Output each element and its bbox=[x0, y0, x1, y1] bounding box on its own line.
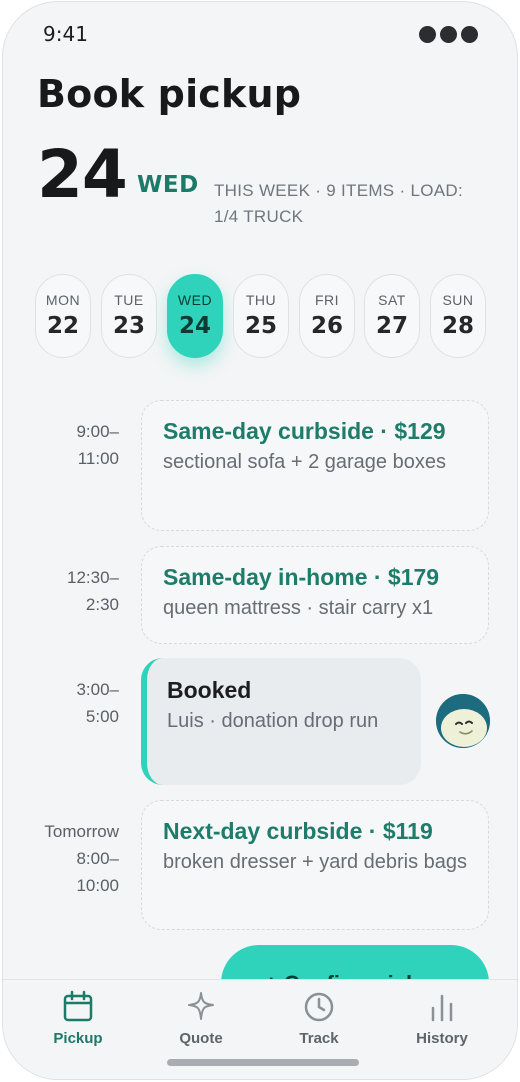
slot-title: Next-day curbside · $119 bbox=[163, 818, 433, 844]
tab-quote[interactable]: Quote bbox=[146, 980, 256, 1047]
tab-label: Quote bbox=[179, 1030, 223, 1047]
booked-slot-card[interactable]: Booked Luis · donation drop run bbox=[141, 658, 421, 785]
slot-title: Same-day in-home · $179 bbox=[163, 564, 440, 590]
day-pill-tue[interactable]: TUE 23 bbox=[101, 274, 157, 358]
day-pill-sun[interactable]: SUN 28 bbox=[430, 274, 486, 358]
day-pill-number: 22 bbox=[46, 313, 79, 339]
day-pill-name: WED bbox=[177, 292, 213, 308]
day-pill-mon[interactable]: MON 22 bbox=[35, 274, 91, 358]
day-pill-thu[interactable]: THU 25 bbox=[233, 274, 289, 358]
day-pill-name: FRI bbox=[314, 292, 340, 308]
slot-time-prefix: Tomorrow bbox=[44, 822, 119, 841]
day-pill-name: SAT bbox=[378, 292, 406, 308]
day-pill-number: 28 bbox=[441, 313, 474, 339]
selected-weekday: WED bbox=[137, 172, 199, 198]
booked-description: Luis · donation drop run bbox=[167, 710, 379, 732]
tab-track[interactable]: Track bbox=[264, 980, 374, 1047]
slot-card-next-day[interactable]: Next-day curbside · $119 broken dresser … bbox=[141, 800, 489, 930]
phone-frame: 9:41 Book pickup 24 WED THIS WEEK · 9 IT… bbox=[2, 1, 518, 1080]
slot-title: Same-day curbside · $129 bbox=[163, 418, 446, 444]
slot-time: 9:00– 11:00 bbox=[76, 418, 119, 472]
selected-day-number: 24 bbox=[37, 136, 128, 213]
clock-icon bbox=[304, 992, 334, 1022]
week-summary: THIS WEEK · 9 ITEMS · LOAD: 1/4 TRUCK bbox=[214, 181, 463, 226]
slot-card-in-home[interactable]: Same-day in-home · $179 queen mattress ·… bbox=[141, 546, 489, 644]
slot-time-start: 3:00– bbox=[76, 680, 119, 699]
booked-title: Booked bbox=[167, 677, 252, 703]
slot-description: broken dresser + yard debris bags bbox=[163, 851, 468, 873]
slot-card-curbside[interactable]: Same-day curbside · $129 sectional sofa … bbox=[141, 400, 489, 531]
slot-time: 12:30– 2:30 bbox=[67, 564, 119, 618]
status-time: 9:41 bbox=[43, 22, 88, 46]
day-pill-name: MON bbox=[45, 292, 81, 308]
day-pill-name: SUN bbox=[442, 292, 474, 308]
bar-chart-icon bbox=[431, 994, 453, 1022]
slot-description: queen mattress · stair carry x1 bbox=[163, 597, 434, 619]
avatar-face-icon bbox=[436, 694, 490, 748]
status-dot bbox=[461, 26, 478, 43]
slot-time-end: 10:00 bbox=[76, 876, 119, 895]
day-pill-number: 25 bbox=[244, 313, 277, 339]
day-pill-number: 26 bbox=[310, 313, 343, 339]
slot-time: 3:00– 5:00 bbox=[76, 676, 119, 730]
day-pill-fri[interactable]: FRI 26 bbox=[299, 274, 355, 358]
status-indicators bbox=[419, 26, 478, 43]
sparkle-icon bbox=[188, 992, 214, 1020]
day-pill-number: 27 bbox=[375, 313, 408, 339]
tab-history[interactable]: History bbox=[387, 980, 497, 1047]
slot-time-start: 8:00– bbox=[76, 849, 119, 868]
day-pill-number: 24 bbox=[178, 313, 211, 339]
slot-description: sectional sofa + 2 garage boxes bbox=[163, 451, 446, 473]
day-pill-name: TUE bbox=[114, 292, 144, 308]
slot-time-start: 12:30– bbox=[67, 568, 119, 587]
status-dot bbox=[440, 26, 457, 43]
slot-time: Tomorrow 8:00– 10:00 bbox=[44, 818, 119, 899]
slot-time-end: 11:00 bbox=[77, 449, 119, 468]
tab-label: Track bbox=[299, 1030, 339, 1047]
slot-time-end: 5:00 bbox=[85, 707, 119, 726]
day-pill-name: THU bbox=[245, 292, 277, 308]
slot-time-start: 9:00– bbox=[76, 422, 119, 441]
slot-time-end: 2:30 bbox=[85, 595, 119, 614]
home-indicator[interactable] bbox=[167, 1059, 359, 1066]
tab-label: History bbox=[416, 1030, 468, 1047]
driver-avatar[interactable] bbox=[436, 694, 490, 748]
tab-pickup[interactable]: Pickup bbox=[23, 980, 133, 1047]
day-pill-sat[interactable]: SAT 27 bbox=[364, 274, 420, 358]
status-dot bbox=[419, 26, 436, 43]
day-pill-number: 23 bbox=[112, 313, 145, 339]
calendar-icon bbox=[63, 990, 93, 1022]
tab-label: Pickup bbox=[53, 1030, 103, 1047]
page-title: Book pickup bbox=[37, 72, 302, 116]
day-pill-wed[interactable]: WED 24 bbox=[167, 274, 223, 358]
